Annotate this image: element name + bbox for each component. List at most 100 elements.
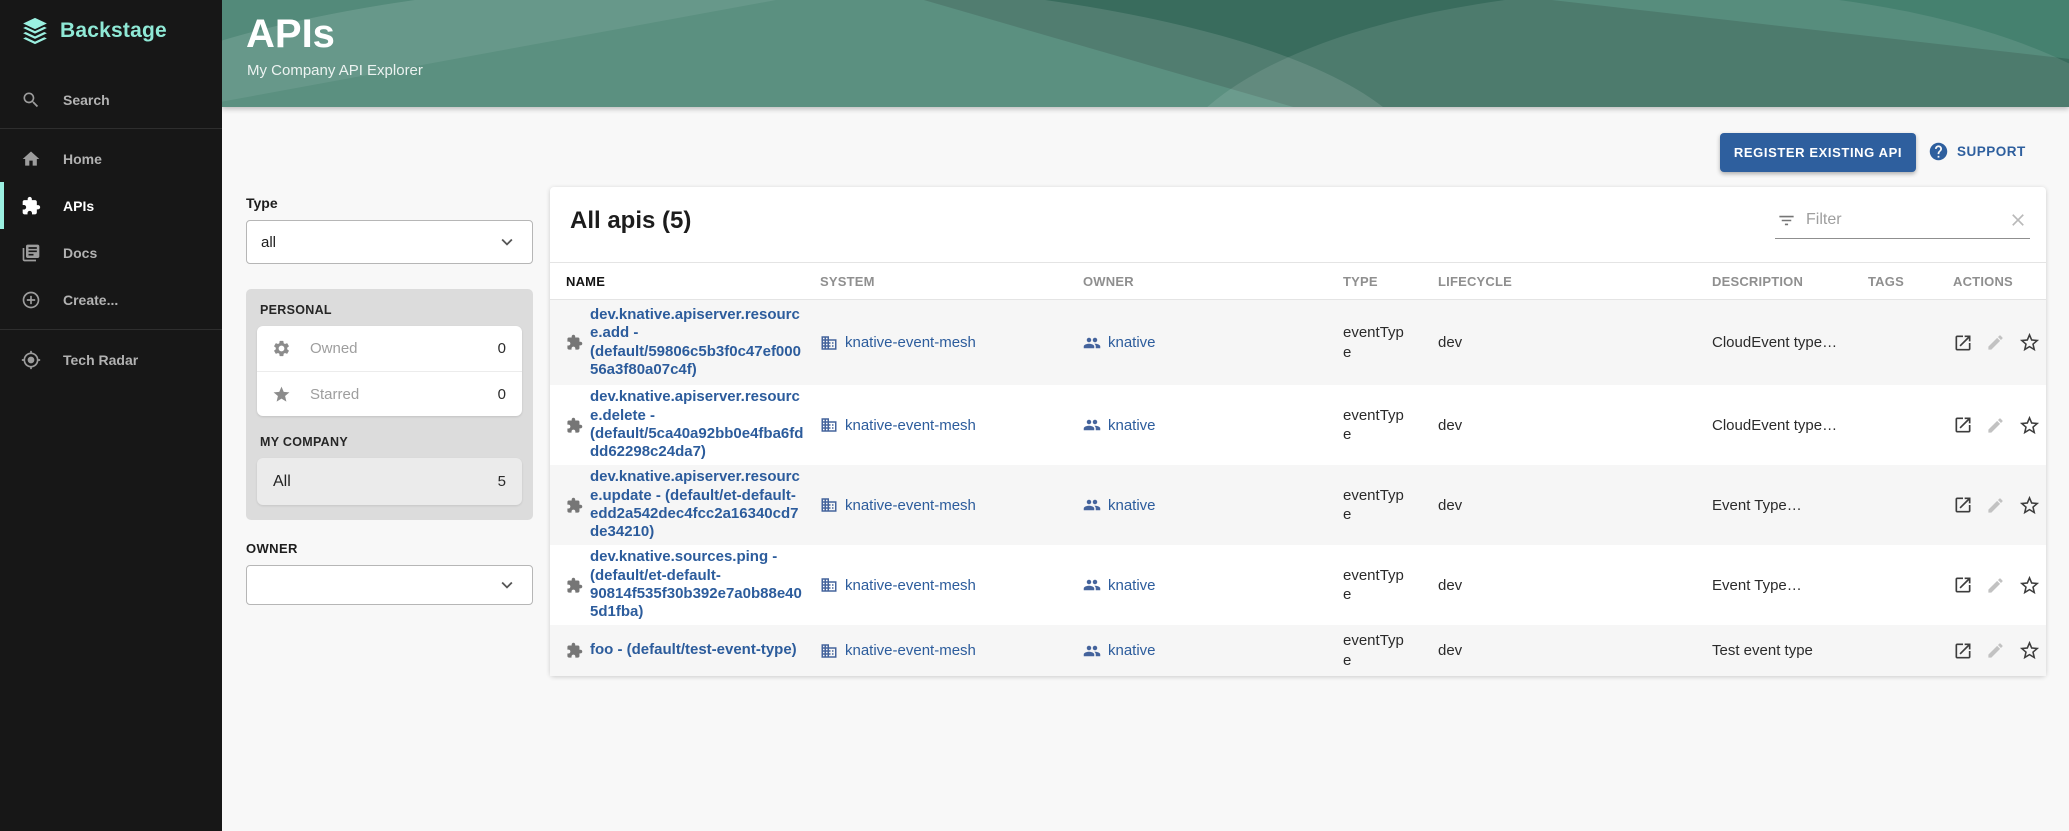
star-toggle-button[interactable] [2018, 414, 2041, 437]
support-label: SUPPORT [1957, 144, 2026, 159]
api-name-link[interactable]: dev.knative.apiserver.resource.update - … [590, 468, 806, 541]
sidebar-item-search[interactable]: Search [0, 78, 222, 122]
register-existing-api-button[interactable]: REGISTER EXISTING API [1720, 133, 1916, 172]
star-toggle-button[interactable] [2018, 331, 2041, 354]
sidebar-item-label: Create... [63, 292, 118, 308]
system-link[interactable]: knative-event-mesh [845, 642, 976, 659]
search-icon [21, 90, 41, 110]
starred-filter-item[interactable]: Starred 0 [257, 371, 522, 416]
star-toggle-button[interactable] [2018, 639, 2041, 662]
description-cell: CloudEvent type… [1712, 334, 1868, 351]
view-api-button[interactable] [1953, 575, 1973, 595]
all-filter-item[interactable]: All 5 [257, 458, 522, 505]
sidebar-item-label: Tech Radar [63, 352, 138, 368]
system-link[interactable]: knative-event-mesh [845, 577, 976, 594]
create-icon [21, 290, 41, 310]
column-header-description[interactable]: DESCRIPTION [1712, 274, 1868, 289]
column-header-type[interactable]: TYPE [1343, 274, 1438, 289]
lifecycle-cell: dev [1438, 417, 1712, 434]
description-cell: CloudEvent type… [1712, 417, 1868, 434]
all-count: 5 [498, 473, 506, 490]
column-header-lifecycle[interactable]: LIFECYCLE [1438, 274, 1712, 289]
system-icon [820, 334, 838, 352]
type-select-value: all [261, 234, 276, 251]
edit-button[interactable] [1986, 496, 2005, 515]
owned-filter-item[interactable]: Owned 0 [257, 326, 522, 371]
owner-link[interactable]: knative [1108, 497, 1156, 514]
table-row: foo - (default/test-event-type) knative-… [550, 625, 2046, 676]
column-header-owner[interactable]: OWNER [1083, 274, 1343, 289]
api-kind-icon [566, 642, 583, 659]
column-header-tags[interactable]: TAGS [1868, 274, 1953, 289]
edit-button[interactable] [1986, 333, 2005, 352]
system-link[interactable]: knative-event-mesh [845, 417, 976, 434]
owner-filter-label: OWNER [246, 541, 533, 556]
sidebar: Backstage Search Home APIs Docs Create..… [0, 0, 222, 831]
starred-count: 0 [498, 386, 506, 403]
system-link[interactable]: knative-event-mesh [845, 497, 976, 514]
column-header-name[interactable]: NAME [566, 274, 820, 289]
star-toggle-button[interactable] [2018, 494, 2041, 517]
sidebar-item-home[interactable]: Home [0, 135, 222, 182]
edit-button[interactable] [1986, 641, 2005, 660]
api-name-link[interactable]: dev.knative.apiserver.resource.add - (de… [590, 306, 806, 379]
api-kind-icon [566, 577, 583, 594]
sidebar-item-create[interactable]: Create... [0, 276, 222, 323]
owner-group-icon [1083, 416, 1101, 434]
system-icon [820, 576, 838, 594]
owner-group-icon [1083, 496, 1101, 514]
view-api-button[interactable] [1953, 641, 1973, 661]
entity-picker-card: PERSONAL Owned 0 Starred 0 MY COMPANY Al… [246, 289, 533, 520]
type-cell: eventType [1343, 323, 1423, 362]
sidebar-item-tech-radar[interactable]: Tech Radar [0, 336, 222, 383]
api-name-link[interactable]: foo - (default/test-event-type) [590, 641, 797, 659]
all-filter-label: All [273, 473, 498, 491]
edit-button[interactable] [1986, 576, 2005, 595]
home-icon [21, 149, 41, 169]
owner-link[interactable]: knative [1108, 642, 1156, 659]
view-api-button[interactable] [1953, 415, 1973, 435]
company-section-label: MY COMPANY [257, 435, 522, 449]
support-button[interactable]: SUPPORT [1928, 141, 2026, 162]
sidebar-item-docs[interactable]: Docs [0, 229, 222, 276]
clear-filter-icon[interactable] [2008, 210, 2028, 230]
personal-picker: Owned 0 Starred 0 [257, 326, 522, 416]
filter-icon [1777, 211, 1796, 230]
api-name-link[interactable]: dev.knative.sources.ping - (default/et-d… [590, 548, 806, 621]
view-api-button[interactable] [1953, 495, 1973, 515]
system-icon [820, 642, 838, 660]
api-name-link[interactable]: dev.knative.apiserver.resource.delete - … [590, 388, 806, 461]
owner-group-icon [1083, 576, 1101, 594]
table-row: dev.knative.apiserver.resource.add - (de… [550, 300, 2046, 385]
sidebar-item-label: APIs [63, 198, 94, 214]
api-kind-icon [566, 497, 583, 514]
type-cell: eventType [1343, 566, 1423, 605]
owner-link[interactable]: knative [1108, 417, 1156, 434]
page-title: APIs [246, 12, 335, 57]
gear-icon [272, 339, 291, 358]
owner-link[interactable]: knative [1108, 577, 1156, 594]
personal-section-label: PERSONAL [257, 303, 522, 317]
filter-panel: Type all PERSONAL Owned 0 Starred 0 MY C… [246, 195, 533, 605]
table-row: dev.knative.apiserver.resource.update - … [550, 465, 2046, 545]
system-icon [820, 496, 838, 514]
sidebar-item-label: Docs [63, 245, 97, 261]
help-icon [1928, 141, 1949, 162]
edit-button[interactable] [1986, 416, 2005, 435]
system-icon [820, 416, 838, 434]
system-link[interactable]: knative-event-mesh [845, 334, 976, 351]
star-toggle-button[interactable] [2018, 574, 2041, 597]
page-header: APIs My Company API Explorer [222, 0, 2069, 107]
logo-text: Backstage [60, 19, 167, 43]
api-kind-icon [566, 334, 583, 351]
sidebar-divider [0, 329, 222, 330]
type-select[interactable]: all [246, 220, 533, 264]
table-filter-input[interactable] [1806, 211, 1998, 229]
owner-link[interactable]: knative [1108, 334, 1156, 351]
owner-select[interactable] [246, 565, 533, 605]
column-header-system[interactable]: SYSTEM [820, 274, 1083, 289]
backstage-logo[interactable]: Backstage [0, 0, 222, 60]
view-api-button[interactable] [1953, 333, 1973, 353]
star-icon [272, 385, 291, 404]
sidebar-item-apis[interactable]: APIs [0, 182, 222, 229]
